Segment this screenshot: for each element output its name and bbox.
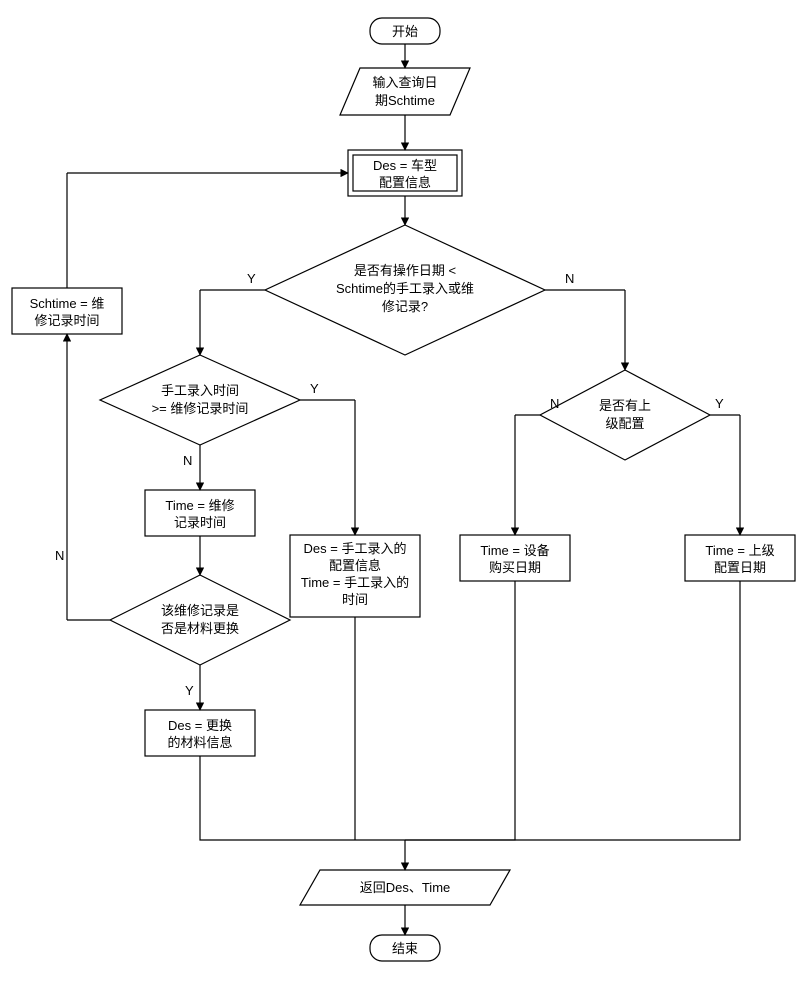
d3-y: Y xyxy=(715,396,724,411)
input-l1: 输入查询日 xyxy=(372,75,437,90)
node-time-repair: Time = 维修 记录时间 xyxy=(145,490,255,536)
d1-n: N xyxy=(565,271,574,286)
node-d1: 是否有操作日期 < Schtime的手工录入或维 修记录? xyxy=(265,225,545,355)
node-manual: Des = 手工录入的 配置信息 Time = 手工录入的 时间 xyxy=(290,535,420,617)
time-parent-l2: 配置日期 xyxy=(714,560,766,575)
d4-n: N xyxy=(55,548,64,563)
d2-n: N xyxy=(183,453,192,468)
d3-l2: 级配置 xyxy=(605,416,644,431)
node-sch-set: Schtime = 维 修记录时间 xyxy=(12,288,122,334)
des-replace-l1: Des = 更换 xyxy=(168,718,232,733)
node-start: 开始 xyxy=(370,18,440,44)
node-time-parent: Time = 上级 配置日期 xyxy=(685,535,795,581)
start-label: 开始 xyxy=(392,24,418,39)
time-repair-l2: 记录时间 xyxy=(174,515,226,530)
flowchart: 开始 输入查询日 期Schtime Des = 车型 配置信息 是否有操作日期 … xyxy=(0,0,810,1000)
des-init-l2: 配置信息 xyxy=(379,175,431,190)
time-parent-l1: Time = 上级 xyxy=(705,543,774,558)
node-des-init: Des = 车型 配置信息 xyxy=(348,150,462,196)
d4-y: Y xyxy=(185,683,194,698)
node-des-replace: Des = 更换 的材料信息 xyxy=(145,710,255,756)
d3-n: N xyxy=(550,396,559,411)
d2-l2: >= 维修记录时间 xyxy=(152,401,249,416)
manual-l2: 配置信息 xyxy=(329,558,381,573)
des-replace-l2: 的材料信息 xyxy=(167,735,232,750)
end-label: 结束 xyxy=(392,941,418,956)
d2-y: Y xyxy=(310,381,319,396)
time-repair-l1: Time = 维修 xyxy=(165,498,234,513)
time-buy-l1: Time = 设备 xyxy=(480,543,549,558)
d1-y: Y xyxy=(247,271,256,286)
input-l2: 期Schtime xyxy=(375,93,435,108)
sch-set-l2: 修记录时间 xyxy=(34,313,99,328)
d1-l3: 修记录? xyxy=(382,299,428,314)
des-init-l1: Des = 车型 xyxy=(373,158,437,173)
node-return: 返回Des、Time xyxy=(300,870,510,905)
time-buy-l2: 购买日期 xyxy=(489,560,541,575)
node-d4: 该维修记录是 否是材料更换 xyxy=(110,575,290,665)
node-d3: 是否有上 级配置 xyxy=(540,370,710,460)
d4-l2: 否是材料更换 xyxy=(161,621,239,636)
d4-l1: 该维修记录是 xyxy=(161,603,239,618)
manual-l1: Des = 手工录入的 xyxy=(304,541,407,556)
d3-l1: 是否有上 xyxy=(599,398,651,413)
d2-l1: 手工录入时间 xyxy=(161,383,239,398)
sch-set-l1: Schtime = 维 xyxy=(30,296,105,311)
d1-l1: 是否有操作日期 < xyxy=(354,263,456,278)
manual-l3: Time = 手工录入的 xyxy=(301,575,409,590)
node-d2: 手工录入时间 >= 维修记录时间 xyxy=(100,355,300,445)
node-input: 输入查询日 期Schtime xyxy=(340,68,470,115)
d1-l2: Schtime的手工录入或维 xyxy=(336,281,474,296)
node-end: 结束 xyxy=(370,935,440,961)
manual-l4: 时间 xyxy=(342,592,368,607)
node-time-buy: Time = 设备 购买日期 xyxy=(460,535,570,581)
return-label: 返回Des、Time xyxy=(360,880,451,895)
